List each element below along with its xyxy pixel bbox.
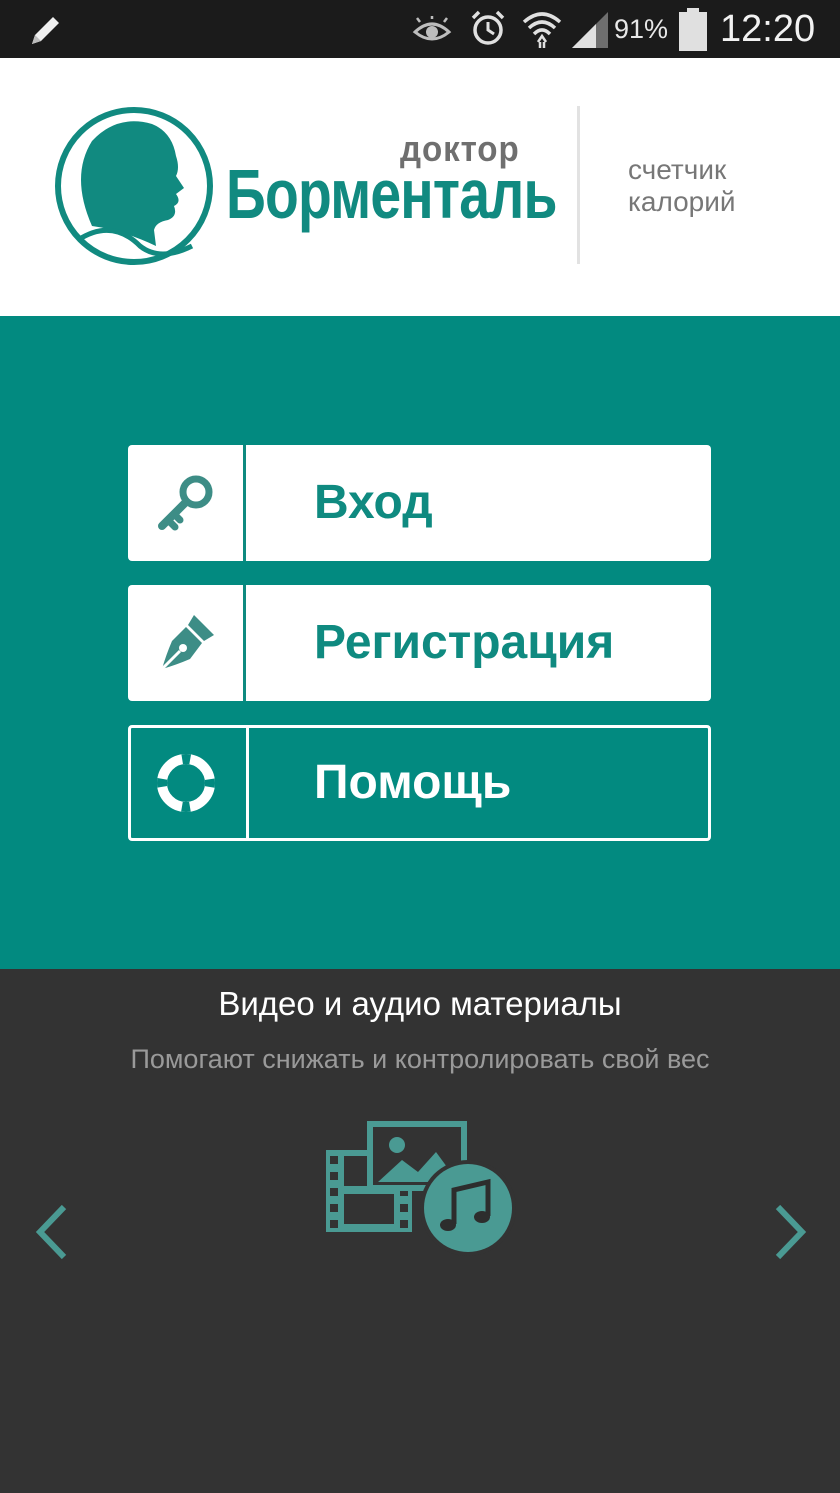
help-button[interactable]: Помощь: [128, 725, 711, 841]
help-button-label: Помощь: [314, 756, 512, 809]
logo-name-text: Борменталь: [226, 155, 558, 233]
media-materials-icon: [326, 1121, 516, 1256]
clock: 12:20: [720, 8, 816, 50]
tagline-line-1: счетчик: [628, 154, 727, 185]
tagline: счетчик калорий: [628, 154, 736, 218]
carousel-prev-arrow-icon[interactable]: [34, 1203, 70, 1261]
battery-icon: [679, 8, 707, 51]
wifi-icon: [522, 12, 562, 48]
register-button-label: Регистрация: [314, 616, 615, 669]
main-menu: Вход Регистрация Помощь: [0, 316, 840, 969]
login-button-label: Вход: [314, 476, 433, 529]
tagline-line-2: калорий: [628, 186, 736, 217]
alarm-icon: [471, 10, 505, 45]
register-button[interactable]: Регистрация: [128, 585, 711, 701]
fountain-pen-icon: [128, 585, 244, 701]
eye-icon: [412, 16, 452, 41]
app-header: доктор Борменталь счетчик калорий: [0, 58, 840, 316]
carousel-subtitle: Помогают снижать и контролировать свой в…: [130, 1044, 710, 1074]
help-button-separator: [246, 725, 249, 841]
pencil-icon: [32, 17, 59, 44]
signal-icon: [572, 12, 608, 48]
login-button[interactable]: Вход: [128, 445, 711, 561]
logo-head-icon: [55, 107, 213, 265]
key-icon: [128, 445, 244, 561]
logo-divider: [577, 106, 580, 264]
carousel-title: Видео и аудио материалы: [218, 985, 622, 1022]
carousel-next-arrow-icon[interactable]: [772, 1203, 808, 1261]
battery-percent: 91%: [614, 14, 669, 44]
login-button-separator: [243, 445, 246, 561]
lifebuoy-icon: [128, 725, 244, 841]
register-button-separator: [243, 585, 246, 701]
status-bar: 91% 12:20: [0, 0, 840, 58]
